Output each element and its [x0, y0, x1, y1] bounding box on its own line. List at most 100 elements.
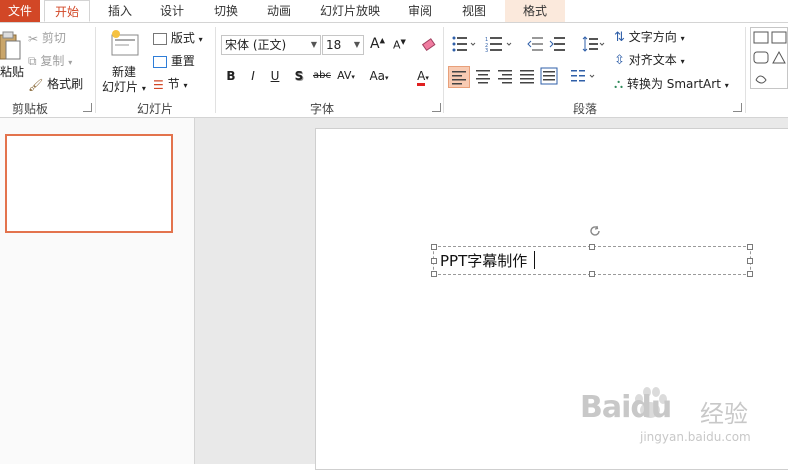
- textbox-content[interactable]: PPT字幕制作: [440, 250, 527, 271]
- tab-home[interactable]: 开始: [44, 0, 90, 22]
- shapes-gallery[interactable]: [750, 27, 788, 89]
- resize-handle-se[interactable]: [747, 271, 753, 277]
- tab-design[interactable]: 设计: [150, 0, 194, 22]
- scissors-icon: ✂: [28, 31, 39, 46]
- resize-handle-nw[interactable]: [431, 244, 437, 250]
- strikethrough-button[interactable]: abc: [311, 67, 333, 85]
- paste-icon: [0, 31, 21, 60]
- tab-slideshow[interactable]: 幻灯片放映: [312, 0, 388, 22]
- char-spacing-label: AV: [337, 69, 352, 82]
- cut-button[interactable]: ✂ 剪切: [28, 29, 66, 46]
- rotate-handle[interactable]: [589, 225, 601, 237]
- font-color-button[interactable]: A▾: [408, 67, 438, 86]
- dialog-launcher-icon[interactable]: [432, 103, 441, 112]
- new-slide-label-text: 幻灯片: [102, 80, 139, 94]
- copy-label: 复制: [40, 54, 65, 68]
- format-painter-label: 格式刷: [47, 77, 84, 91]
- svg-text:3: 3: [485, 48, 488, 52]
- font-size-combo[interactable]: 18 ▼: [322, 35, 364, 55]
- dialog-launcher-icon[interactable]: [83, 103, 92, 112]
- tab-format[interactable]: 格式: [505, 0, 565, 22]
- numbering-button[interactable]: 1 2 3: [485, 36, 513, 55]
- copy-icon: ⧉: [28, 54, 37, 68]
- increase-indent-button[interactable]: [549, 36, 565, 55]
- chevron-down-icon: ▼: [353, 40, 360, 49]
- text-direction-button[interactable]: ⇅ 文字方向 ▾: [614, 28, 685, 45]
- format-painter-button[interactable]: 🖌 格式刷: [28, 75, 83, 92]
- underline-button[interactable]: U: [266, 67, 284, 85]
- convert-smartart-label: 转换为 SmartArt: [626, 77, 721, 91]
- group-separator: [215, 27, 216, 113]
- new-slide-label-2[interactable]: 幻灯片 ▾: [102, 78, 146, 95]
- resize-handle-e[interactable]: [747, 258, 753, 264]
- shrink-font-button[interactable]: A▼: [393, 38, 406, 52]
- tab-animations[interactable]: 动画: [256, 0, 302, 22]
- text-direction-icon: ⇅: [614, 30, 625, 45]
- watermark-url: jingyan.baidu.com: [640, 430, 751, 444]
- tab-review[interactable]: 审阅: [398, 0, 442, 22]
- layout-button[interactable]: 版式 ▾: [153, 29, 203, 46]
- reset-button[interactable]: 重置: [153, 52, 195, 69]
- chevron-down-icon: ▾: [385, 74, 389, 82]
- layout-icon: [153, 32, 167, 45]
- new-slide-button[interactable]: [110, 29, 140, 57]
- align-text-button[interactable]: ⇳ 对齐文本 ▾: [614, 51, 685, 68]
- text-placeholder[interactable]: PPT字幕制作: [431, 225, 753, 277]
- shrink-font-icon: A: [393, 38, 401, 52]
- convert-smartart-button[interactable]: ⛬ 转换为 SmartArt ▾: [614, 75, 729, 92]
- resize-handle-ne[interactable]: [747, 244, 753, 250]
- ribbon-tab-bar: 文件 开始 插入 设计 切换 动画 幻灯片放映 审阅 视图 格式: [0, 0, 788, 23]
- change-case-button[interactable]: Aa▾: [365, 67, 393, 85]
- chevron-down-icon: ▾: [351, 73, 355, 81]
- section-button[interactable]: ☰ 节 ▾: [153, 75, 187, 92]
- group-separator: [95, 27, 96, 113]
- group-separator: [745, 27, 746, 113]
- justify-icon: [520, 70, 534, 84]
- shadow-button[interactable]: S: [290, 67, 308, 85]
- new-slide-icon: [111, 30, 139, 56]
- chevron-down-icon: ▾: [141, 84, 146, 93]
- font-name-combo[interactable]: 宋体 (正文) ▼: [221, 35, 321, 55]
- numbered-list-icon: 1 2 3: [485, 37, 512, 54]
- copy-button[interactable]: ⧉ 复制 ▾: [28, 52, 72, 69]
- increase-indent-icon: [549, 37, 565, 51]
- align-center-button[interactable]: [474, 67, 492, 88]
- resize-handle-s[interactable]: [589, 271, 595, 277]
- justify-button[interactable]: [518, 67, 536, 88]
- resize-handle-w[interactable]: [431, 258, 437, 264]
- font-size-value: 18: [326, 38, 342, 52]
- group-label-slides: 幻灯片: [136, 102, 173, 116]
- paste-label[interactable]: 粘贴: [0, 63, 24, 80]
- line-spacing-button[interactable]: [582, 36, 606, 55]
- resize-handle-n[interactable]: [589, 244, 595, 250]
- eraser-icon: [421, 38, 436, 52]
- align-left-button[interactable]: [448, 66, 470, 88]
- group-separator: [443, 27, 444, 113]
- text-direction-label: 文字方向: [628, 30, 677, 44]
- change-case-label: Aa: [369, 69, 386, 83]
- bullets-button[interactable]: [452, 36, 476, 55]
- paste-button[interactable]: [0, 31, 22, 63]
- baidu-watermark: Baidu 经验 jingyan.baidu.com: [580, 380, 780, 460]
- chevron-down-icon: ▾: [198, 35, 203, 44]
- align-right-button[interactable]: [496, 67, 514, 88]
- slide-thumbnail-pane: [0, 118, 195, 464]
- grow-font-button[interactable]: A▲: [370, 36, 385, 52]
- italic-button[interactable]: I: [244, 67, 262, 85]
- smartart-icon: ⛬: [614, 77, 624, 92]
- tab-transitions[interactable]: 切换: [204, 0, 248, 22]
- clear-formatting-button[interactable]: [421, 37, 437, 53]
- chevron-down-icon: ▾: [680, 34, 685, 43]
- tab-insert[interactable]: 插入: [98, 0, 142, 22]
- distributed-button[interactable]: [540, 67, 558, 88]
- tab-file[interactable]: 文件: [0, 0, 40, 22]
- slide-thumbnail[interactable]: [5, 134, 173, 233]
- tab-view[interactable]: 视图: [452, 0, 496, 22]
- columns-button[interactable]: [570, 68, 598, 87]
- decrease-indent-icon: [527, 37, 543, 51]
- char-spacing-button[interactable]: AV▾: [334, 67, 358, 85]
- bold-button[interactable]: B: [222, 67, 240, 85]
- dialog-launcher-icon[interactable]: [733, 103, 742, 112]
- decrease-indent-button[interactable]: [527, 36, 543, 55]
- resize-handle-sw[interactable]: [431, 271, 437, 277]
